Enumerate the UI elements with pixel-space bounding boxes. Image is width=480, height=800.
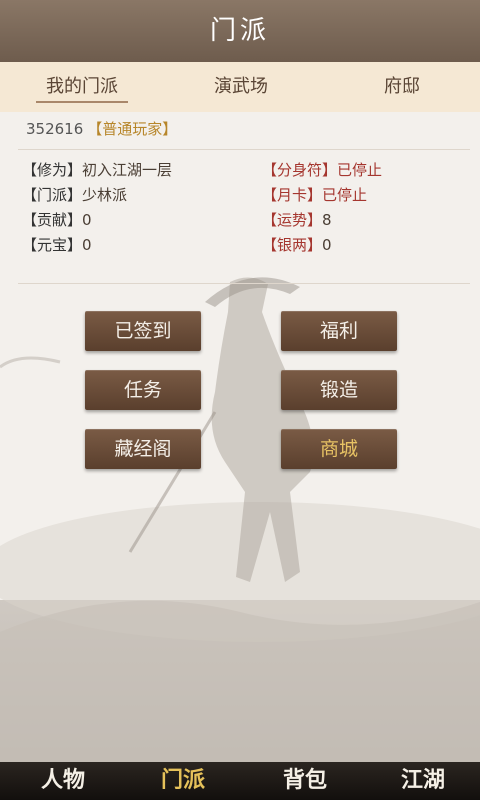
tab-mansion[interactable]: 府邸 [366,62,438,112]
tab-my-sect[interactable]: 我的门派 [36,62,128,112]
tab-bar: 我的门派 演武场 府邸 [0,62,480,113]
stat-label: 【运势】 [262,211,323,229]
stat-label: 【银两】 [262,236,323,254]
stat-cultivation: 【修为】初入江湖一层 [22,159,172,180]
nav-sect[interactable]: 门派 [128,762,238,800]
stat-label: 【贡献】 [22,211,83,229]
signed-in-button[interactable]: 已签到 [85,311,201,351]
player-info: 352616 【普通玩家】 [26,118,177,139]
player-tag: 【普通玩家】 [87,120,178,138]
stat-sect: 【门派】少林派 [22,184,127,205]
stat-value: 0 [322,236,332,254]
stat-value: 初入江湖一层 [82,161,173,179]
nav-backpack[interactable]: 背包 [250,762,360,800]
stat-value: 0 [82,211,92,229]
page-title: 门派 [0,0,480,62]
stat-label: 【月卡】 [262,186,323,204]
stat-fortune: 【运势】8 [262,209,332,230]
stat-label: 【元宝】 [22,236,83,254]
welfare-button[interactable]: 福利 [281,311,397,351]
stat-label: 【修为】 [22,161,83,179]
shop-button[interactable]: 商城 [281,429,397,469]
forge-button[interactable]: 锻造 [281,370,397,410]
stat-contribution: 【贡献】0 [22,209,92,230]
stat-monthly-card: 【月卡】已停止 [262,184,367,205]
stat-value: 少林派 [82,186,128,204]
library-button[interactable]: 藏经阁 [85,429,201,469]
divider [18,283,470,284]
stat-label: 【门派】 [22,186,83,204]
divider [18,149,470,150]
nav-world[interactable]: 江湖 [368,762,478,800]
stat-label: 【分身符】 [262,161,338,179]
background-lower [0,600,480,762]
bottom-nav: 人物 门派 背包 江湖 [0,762,480,800]
stat-clone-charm: 【分身符】已停止 [262,159,382,180]
tasks-button[interactable]: 任务 [85,370,201,410]
stat-ingot: 【元宝】0 [22,234,92,255]
stat-silver: 【银两】0 [262,234,332,255]
player-id: 352616 [26,120,84,138]
nav-character[interactable]: 人物 [8,762,118,800]
stat-value: 8 [322,211,332,229]
stat-value: 0 [82,236,92,254]
stat-value: 已停止 [322,186,368,204]
tab-arena[interactable]: 演武场 [200,62,282,112]
stat-value: 已停止 [337,161,383,179]
